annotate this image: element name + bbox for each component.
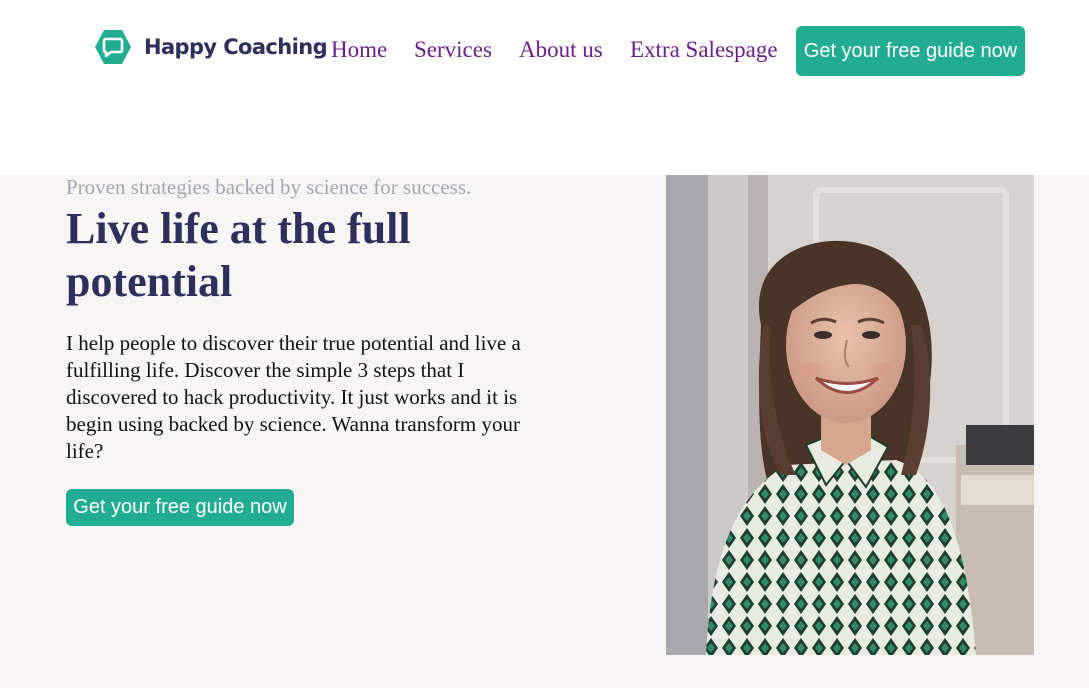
site-header: Happy Coaching Home Services About us Ex… — [0, 0, 1089, 175]
hero-portrait-image — [666, 175, 1034, 655]
hero-tagline: Proven strategies backed by science for … — [66, 175, 472, 199]
nav-extra-salespage[interactable]: Extra Salespage — [630, 37, 778, 63]
brand-name: Happy Coaching — [144, 35, 328, 59]
hero-description: I help people to discover their true pot… — [66, 331, 521, 463]
nav-home[interactable]: Home — [331, 37, 387, 63]
nav-about-us[interactable]: About us — [519, 37, 603, 63]
hero-free-guide-button[interactable]: Get your free guide now — [66, 489, 294, 526]
nav-services[interactable]: Services — [414, 37, 492, 63]
speech-bubble-logo-icon — [95, 30, 131, 64]
header-free-guide-button[interactable]: Get your free guide now — [796, 26, 1025, 76]
hero-headline: Live life at the full potential — [66, 204, 411, 306]
smiling-woman-portrait-image — [666, 175, 1034, 655]
logo[interactable]: Happy Coaching — [94, 29, 328, 65]
hero-section: Proven strategies backed by science for … — [0, 175, 1089, 688]
